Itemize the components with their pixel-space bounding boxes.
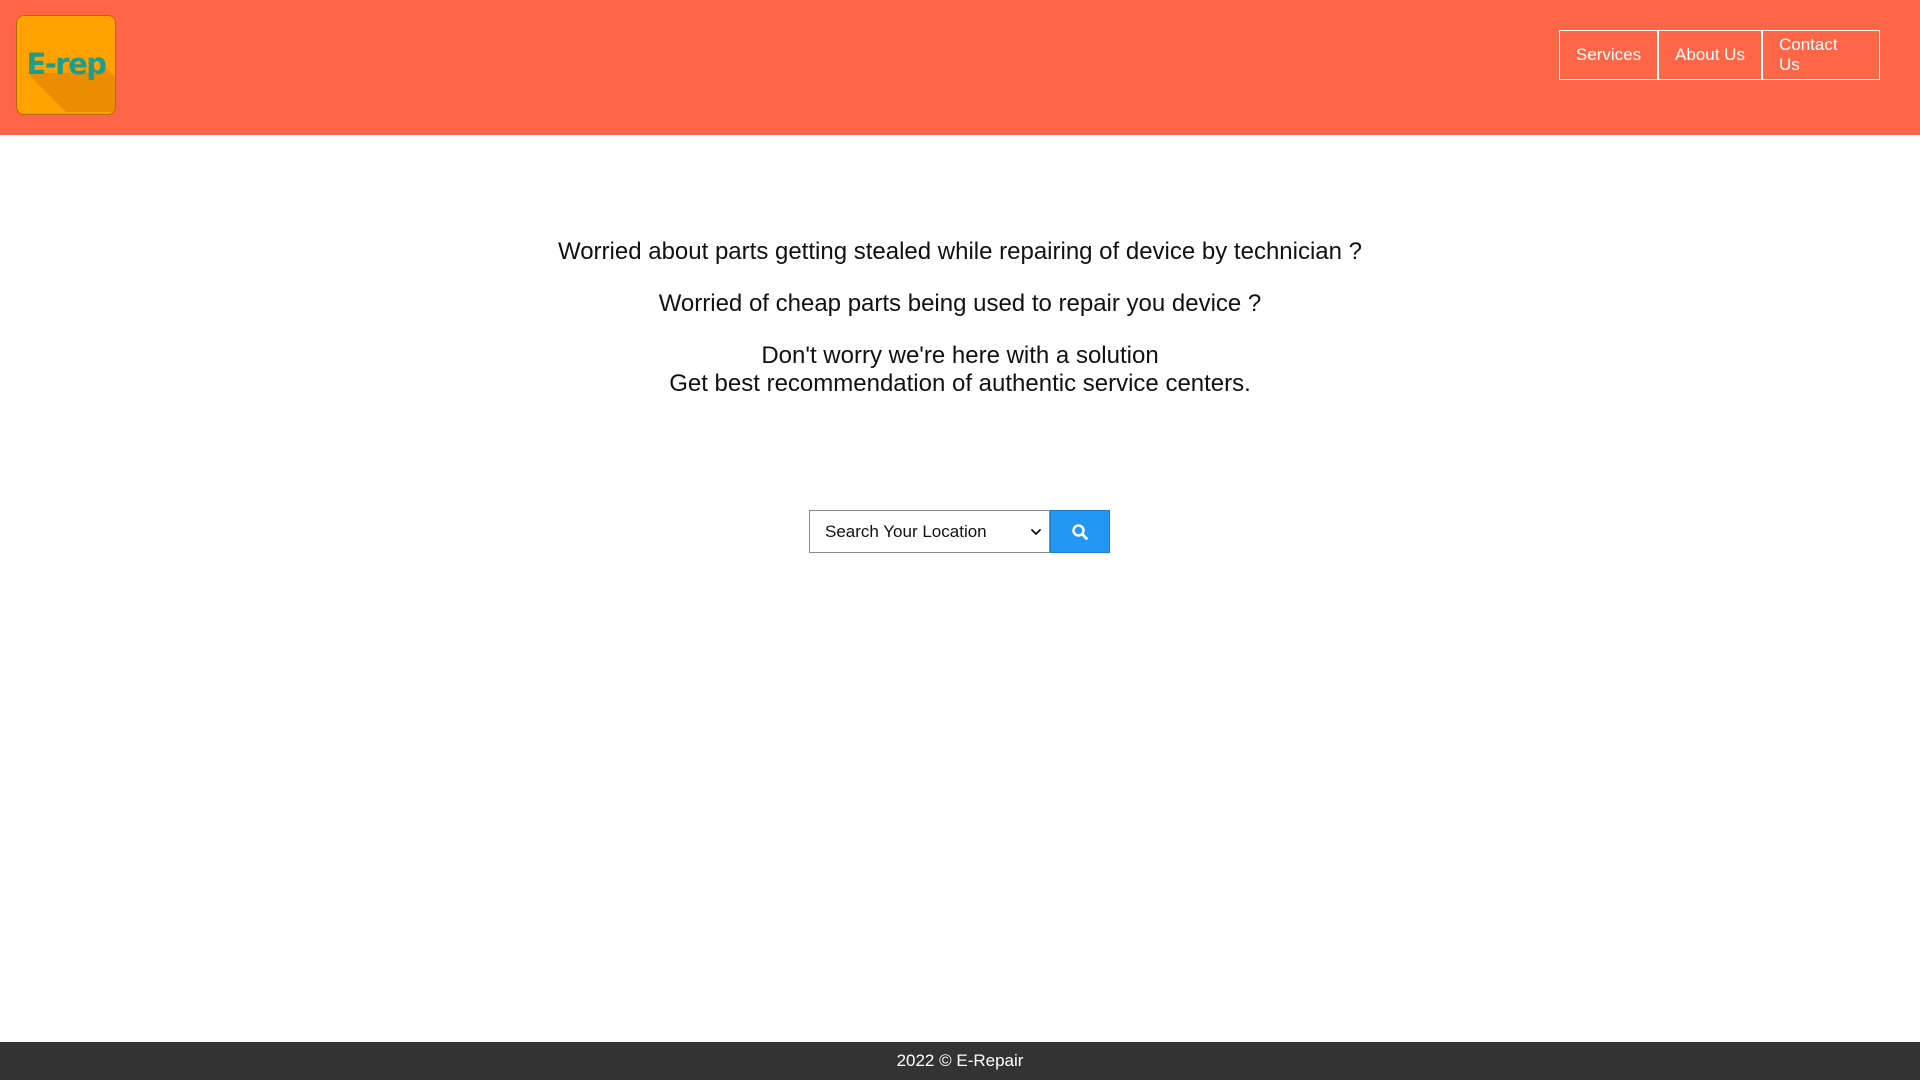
chevron-down-icon (1029, 525, 1043, 539)
search-icon (1072, 523, 1088, 540)
page: E-rep Services About Us Contact Us Worri… (0, 0, 1920, 1080)
nav-contact-link[interactable]: Contact Us (1762, 30, 1880, 80)
hero-line-1: Worried about parts getting stealed whil… (557, 238, 1363, 265)
site-header: E-rep Services About Us Contact Us (0, 0, 1920, 135)
location-select-value: Search Your Location (825, 521, 987, 541)
search-button[interactable] (1050, 510, 1110, 553)
site-footer: 2022 © E-Repair (0, 1042, 1920, 1080)
hero-line-4: Get best recommendation of authentic ser… (669, 370, 1251, 397)
logo[interactable]: E-rep (16, 15, 116, 115)
nav-about-link[interactable]: About Us (1658, 30, 1762, 80)
footer-copyright: 2022 © E-Repair (896, 1051, 1024, 1070)
main-nav: Services About Us Contact Us (1559, 30, 1880, 80)
hero-line-3: Don't worry we're here with a solution (761, 342, 1159, 369)
logo-text: E-rep (26, 47, 107, 81)
hero-line-2: Worried of cheap parts being used to rep… (658, 290, 1262, 317)
location-select[interactable]: Search Your Location (809, 510, 1050, 553)
nav-services-link[interactable]: Services (1559, 30, 1658, 80)
hero-text: Worried about parts getting stealed whil… (0, 238, 1920, 398)
location-search: Search Your Location (809, 510, 1110, 553)
